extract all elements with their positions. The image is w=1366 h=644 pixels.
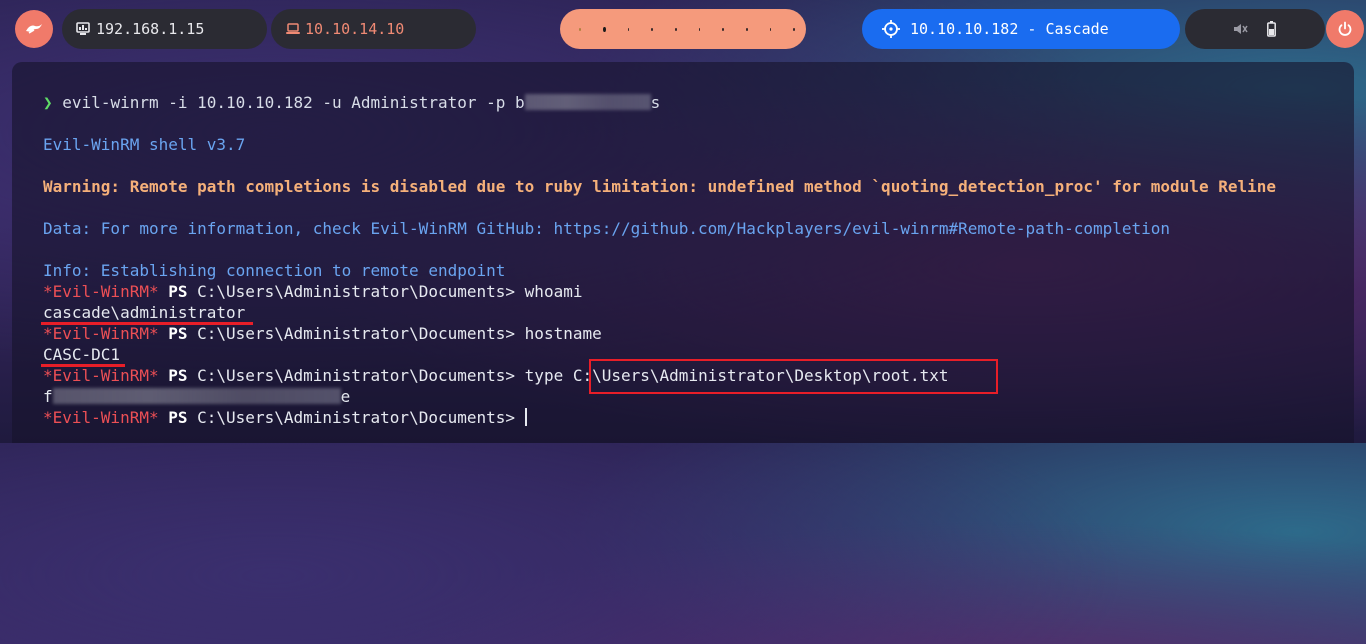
- local-ip-text: 192.168.1.15: [96, 20, 205, 38]
- laptop-icon: [286, 23, 300, 34]
- crosshair-icon: [882, 20, 900, 38]
- workspace-3[interactable]: [627, 27, 630, 31]
- flag-end: e: [340, 387, 351, 406]
- cmd-whoami: whoami: [524, 282, 583, 301]
- output-hostname: CASC-DC1: [43, 345, 121, 364]
- workspace-7[interactable]: [722, 27, 724, 31]
- ps-label: PS: [168, 282, 188, 301]
- vpn-ip-widget[interactable]: 10.10.14.10: [271, 9, 476, 49]
- evil-winrm-command: evil-winrm -i 10.10.10.182 -u Administra…: [62, 93, 525, 112]
- data-line: Data: For more information, check Evil-W…: [43, 219, 1171, 238]
- vpn-ip-text: 10.10.14.10: [305, 20, 405, 38]
- output-flag: fe: [43, 387, 350, 408]
- ps-path: C:\Users\Administrator\Documents>: [197, 324, 516, 343]
- power-button[interactable]: [1326, 10, 1364, 48]
- workspace-8[interactable]: [745, 27, 748, 31]
- ps-tag: *Evil-WinRM*: [43, 282, 159, 301]
- ps-tag: *Evil-WinRM*: [43, 408, 159, 427]
- workspace-switcher[interactable]: [560, 9, 806, 49]
- cmd-type: type: [524, 366, 564, 385]
- redacted-flag: [52, 388, 341, 404]
- workspace-10[interactable]: [793, 27, 795, 31]
- ps-label: PS: [168, 408, 188, 427]
- monitor-icon: [76, 22, 90, 35]
- workspace-4[interactable]: [651, 27, 653, 31]
- version-line: Evil-WinRM shell v3.7: [43, 135, 246, 154]
- workspace-2[interactable]: [602, 26, 606, 32]
- password-tail: s: [650, 93, 661, 112]
- ps-prompt-current: *Evil-WinRM* PS C:\Users\Administrator\D…: [43, 408, 527, 429]
- system-tray: [1185, 9, 1325, 49]
- terminal-window[interactable]: ❯ evil-winrm -i 10.10.10.182 -u Administ…: [12, 62, 1354, 443]
- ps-tag: *Evil-WinRM*: [43, 366, 159, 385]
- dragon-icon: [26, 24, 42, 34]
- ps-path: C:\Users\Administrator\Documents>: [197, 366, 516, 385]
- prompt-symbol: ❯: [43, 93, 53, 112]
- flag-start: f: [43, 387, 53, 406]
- info-line: Info: Establishing connection to remote …: [43, 261, 506, 280]
- target-text: 10.10.10.182 - Cascade: [910, 20, 1109, 38]
- ps-path: C:\Users\Administrator\Documents>: [197, 282, 516, 301]
- workspace-6[interactable]: [698, 27, 701, 31]
- ps-path: C:\Users\Administrator\Documents>: [197, 408, 516, 427]
- cmd-hostname: hostname: [524, 324, 602, 343]
- ps-label: PS: [168, 324, 188, 343]
- highlight-box-root-txt: [589, 359, 998, 394]
- local-ip-widget[interactable]: 192.168.1.15: [62, 9, 267, 49]
- target-widget[interactable]: 10.10.10.182 - Cascade: [862, 9, 1180, 49]
- workspace-1[interactable]: [579, 27, 581, 31]
- ps-label: PS: [168, 366, 188, 385]
- mute-icon[interactable]: [1233, 22, 1248, 36]
- ps-prompt-hostname: *Evil-WinRM* PS C:\Users\Administrator\D…: [43, 324, 602, 345]
- ps-prompt-whoami: *Evil-WinRM* PS C:\Users\Administrator\D…: [43, 282, 582, 303]
- text-cursor: [524, 408, 527, 426]
- top-bar: 192.168.1.15 10.10.14.10 10.10.10.182 - …: [0, 0, 1366, 58]
- output-whoami: cascade\administrator: [43, 303, 246, 322]
- command-line-evil-winrm: ❯ evil-winrm -i 10.10.10.182 -u Administ…: [43, 93, 660, 114]
- ps-tag: *Evil-WinRM*: [43, 324, 159, 343]
- warning-line: Warning: Remote path completions is disa…: [43, 177, 1276, 196]
- workspace-9[interactable]: [769, 27, 772, 31]
- menu-button[interactable]: [15, 10, 53, 48]
- redacted-password: [524, 94, 651, 110]
- battery-icon[interactable]: [1267, 21, 1276, 37]
- power-icon: [1338, 21, 1352, 36]
- workspace-5[interactable]: [674, 27, 677, 31]
